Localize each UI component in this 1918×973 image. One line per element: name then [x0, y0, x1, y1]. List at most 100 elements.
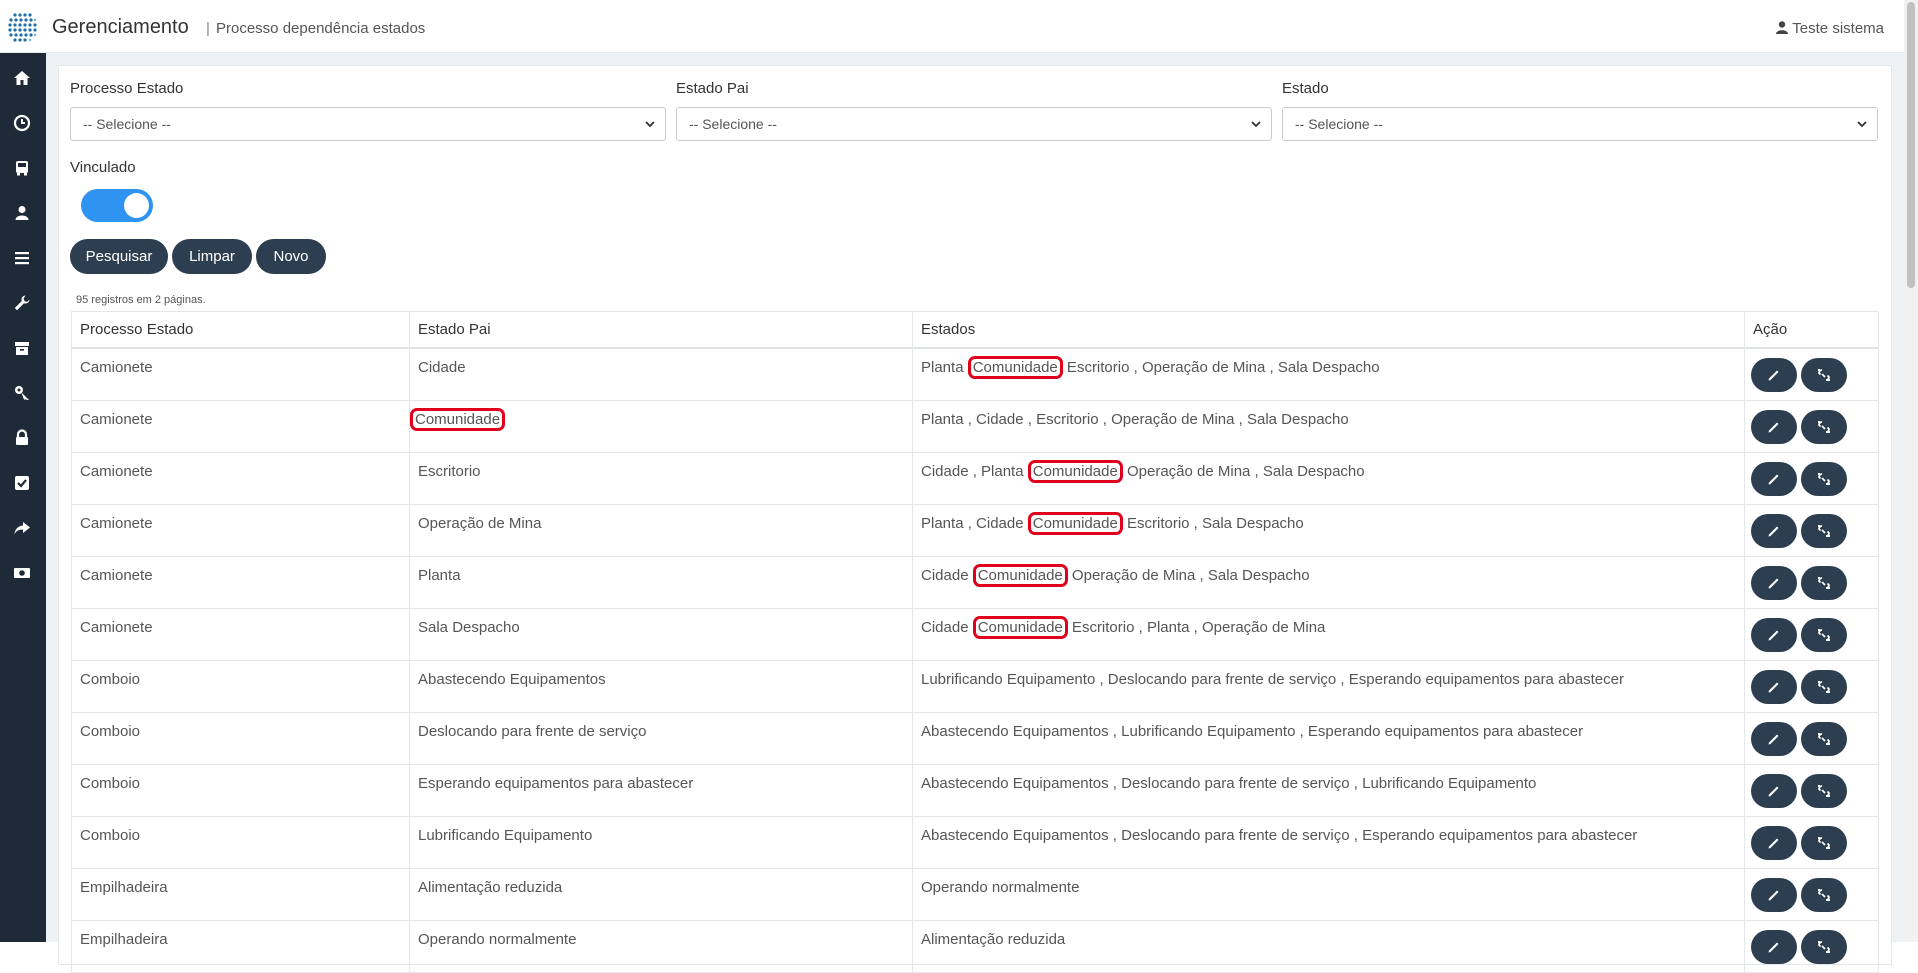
pencil-icon [1768, 526, 1779, 537]
edit-button[interactable] [1751, 722, 1797, 756]
processo-estado-text: Camionete [80, 411, 153, 428]
unlink-button[interactable] [1801, 358, 1847, 392]
estados-text-rest: Operação de Mina , Sala Despacho [1122, 463, 1365, 480]
cell-acao [1745, 713, 1878, 765]
estado-pai-text: Deslocando para frente de serviço [418, 723, 647, 740]
user-icon[interactable] [13, 204, 31, 222]
edit-button[interactable] [1751, 358, 1797, 392]
cell-estados: Cidade Comunidade Escritorio , Planta , … [913, 609, 1745, 661]
bus-icon[interactable] [13, 159, 31, 177]
edit-button[interactable] [1751, 878, 1797, 912]
cell-estados: Abastecendo Equipamentos , Deslocando pa… [913, 765, 1745, 817]
unlink-button[interactable] [1801, 878, 1847, 912]
archive-icon[interactable] [13, 339, 31, 357]
unlink-icon [1818, 889, 1830, 901]
chevron-down-icon [1857, 121, 1867, 128]
cell-processo-estado: Camionete [72, 609, 410, 661]
edit-button[interactable] [1751, 826, 1797, 860]
edit-button[interactable] [1751, 618, 1797, 652]
cell-processo-estado: Empilhadeira [72, 869, 410, 921]
edit-button[interactable] [1751, 410, 1797, 444]
estados-text: Cidade [921, 567, 973, 584]
cell-processo-estado: Camionete [72, 557, 410, 609]
processo-estado-text: Camionete [80, 463, 153, 480]
clock-icon[interactable] [13, 114, 31, 132]
limpar-button[interactable]: Limpar [172, 239, 252, 274]
money-icon[interactable] [13, 564, 31, 582]
checkbox-icon[interactable] [13, 474, 31, 492]
pencil-icon [1768, 734, 1779, 745]
estados-text-rest: Escritorio , Sala Despacho [1122, 515, 1304, 532]
home-icon[interactable] [13, 69, 31, 87]
table-row: Camionete Comunidade Planta , Cidade , Esc… [71, 401, 1879, 453]
processo-estado-text: Empilhadeira [80, 931, 168, 948]
edit-button[interactable] [1751, 670, 1797, 704]
unlink-icon [1818, 577, 1830, 589]
cell-acao [1745, 401, 1878, 453]
pencil-icon [1768, 474, 1779, 485]
estados-text: Operando normalmente [921, 879, 1080, 896]
content-area: Processo Estado -- Selecione -- Estado P… [46, 53, 1904, 973]
chevron-down-icon [1251, 121, 1261, 128]
pesquisar-button[interactable]: Pesquisar [70, 239, 168, 274]
cell-estado-pai: Operação de Mina [410, 505, 913, 557]
processo-estado-select[interactable]: -- Selecione -- [70, 107, 666, 141]
sidebar [0, 53, 46, 942]
filter-card: Processo Estado -- Selecione -- Estado P… [58, 65, 1892, 973]
table-header: Processo Estado Estado Pai Estados Ação [71, 311, 1879, 350]
scrollbar-thumb[interactable] [1907, 2, 1915, 288]
wrench-icon[interactable] [13, 294, 31, 312]
edit-button[interactable] [1751, 566, 1797, 600]
cell-processo-estado: Comboio [72, 661, 410, 713]
cell-acao [1745, 817, 1878, 869]
estados-text: Planta [921, 359, 968, 376]
unlink-button[interactable] [1801, 514, 1847, 548]
estados-text: Cidade [921, 619, 973, 636]
estados-highlight: Comunidade [972, 616, 1068, 639]
unlink-button[interactable] [1801, 722, 1847, 756]
unlink-button[interactable] [1801, 826, 1847, 860]
unlink-button[interactable] [1801, 618, 1847, 652]
estados-text: Lubrificando Equipamento , Deslocando pa… [921, 671, 1624, 688]
unlink-icon [1818, 421, 1830, 433]
edit-button[interactable] [1751, 774, 1797, 808]
estados-text-rest: Operação de Mina , Sala Despacho [1067, 567, 1310, 584]
vinculado-label: Vinculado [70, 159, 136, 176]
estados-highlight: Comunidade [972, 564, 1068, 587]
table-row: Empilhadeira Alimentação reduzida Operando… [71, 869, 1879, 921]
unlink-button[interactable] [1801, 462, 1847, 496]
edit-button[interactable] [1751, 930, 1797, 964]
cell-estado-pai: Sala Despacho [410, 609, 913, 661]
cell-processo-estado: Camionete [72, 349, 410, 401]
processo-estado-text: Camionete [80, 359, 153, 376]
toggle-knob [124, 193, 149, 218]
vinculado-toggle[interactable] [81, 189, 153, 222]
share-icon[interactable] [13, 519, 31, 537]
cell-acao [1745, 609, 1878, 661]
novo-button[interactable]: Novo [256, 239, 326, 274]
unlink-button[interactable] [1801, 566, 1847, 600]
list-icon[interactable] [13, 249, 31, 267]
cell-acao [1745, 453, 1878, 505]
edit-button[interactable] [1751, 514, 1797, 548]
page-scrollbar[interactable] [1904, 0, 1918, 942]
user-menu[interactable]: Teste sistema [1776, 20, 1884, 37]
unlink-button[interactable] [1801, 670, 1847, 704]
estado-select[interactable]: -- Selecione -- [1282, 107, 1878, 141]
unlink-button[interactable] [1801, 410, 1847, 444]
estado-pai-label: Estado Pai [676, 80, 749, 97]
lock-icon[interactable] [13, 429, 31, 447]
key-icon[interactable] [13, 384, 31, 402]
estado-pai-select[interactable]: -- Selecione -- [676, 107, 1272, 141]
cell-processo-estado: Comboio [72, 765, 410, 817]
app-title: Gerenciamento [52, 16, 189, 38]
edit-button[interactable] [1751, 462, 1797, 496]
unlink-button[interactable] [1801, 774, 1847, 808]
cell-estados: Planta , Cidade , Escritorio , Operação … [913, 401, 1745, 453]
estados-text: Abastecendo Equipamentos , Deslocando pa… [921, 827, 1638, 844]
cell-estado-pai: Lubrificando Equipamento [410, 817, 913, 869]
unlink-icon [1818, 785, 1830, 797]
estado-pai-text: Abastecendo Equipamentos [418, 671, 606, 688]
cell-processo-estado: Comboio [72, 713, 410, 765]
unlink-button[interactable] [1801, 930, 1847, 964]
